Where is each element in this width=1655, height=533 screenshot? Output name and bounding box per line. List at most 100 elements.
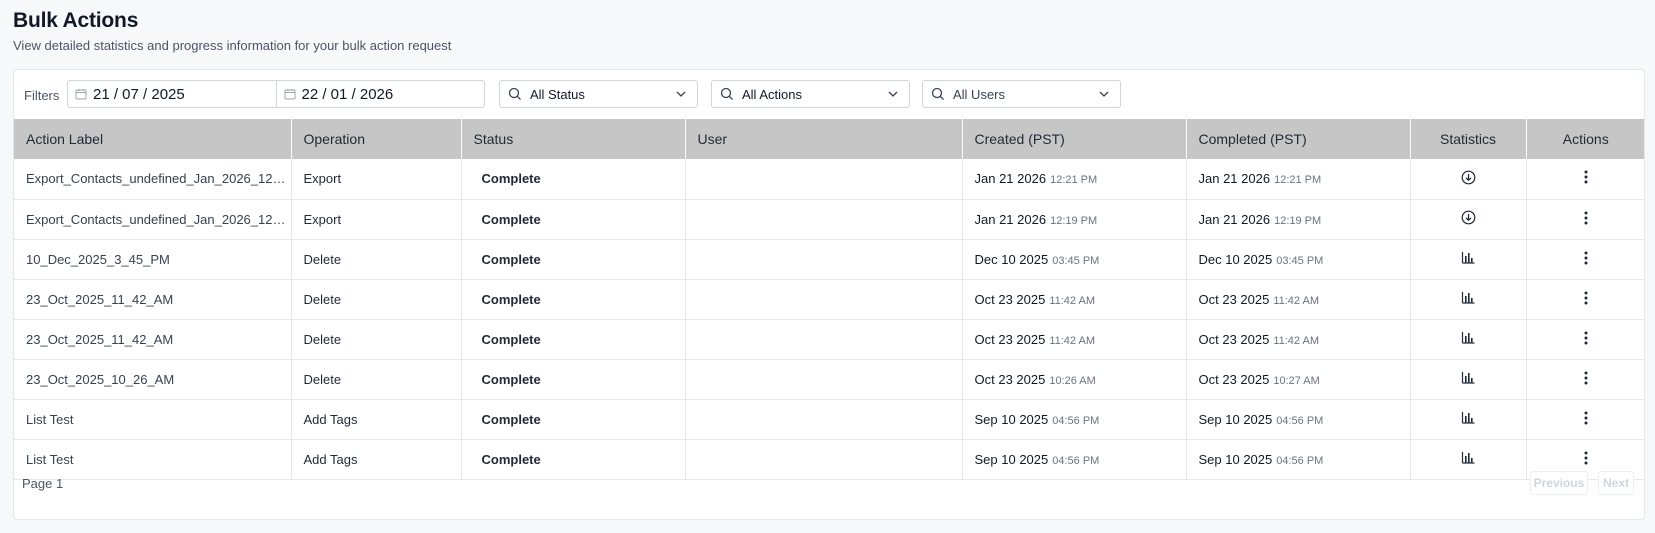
cell-completed: Dec 10 2025 03:45 PM [1186, 239, 1411, 280]
cell-created: Jan 21 2026 12:19 PM [962, 199, 1187, 240]
created-time: 12:21 PM [1050, 174, 1098, 187]
bar-chart-icon[interactable] [1461, 330, 1476, 345]
search-icon [508, 87, 521, 100]
previous-button[interactable]: Previous [1530, 471, 1588, 495]
cell-completed: Sep 10 2025 04:56 PM [1186, 399, 1411, 440]
created-date: Jan 21 2026 [974, 211, 1047, 227]
table-row[interactable]: 23_Oct_2025_11_42_AM Delete Complete Oct 23… [14, 319, 1644, 360]
more-vertical-icon[interactable] [1584, 411, 1588, 425]
header-operation[interactable]: Operation [291, 119, 462, 159]
next-button[interactable]: Next [1598, 471, 1634, 495]
download-icon[interactable] [1461, 170, 1476, 185]
calendar-icon [284, 89, 295, 100]
table-row[interactable]: Export_Contacts_undefined_Jan_2026_12_19… [14, 199, 1644, 240]
created-date: Oct 23 2025 [974, 331, 1046, 347]
completed-time: 12:19 PM [1274, 214, 1322, 227]
created-time: 11:42 AM [1049, 294, 1095, 307]
completed-time: 10:27 AM [1273, 374, 1320, 387]
cell-statistics [1410, 159, 1527, 200]
date-from-value: 21 / 07 / 2025 [93, 85, 185, 103]
cell-operation: Export [291, 199, 462, 240]
cell-status: Complete [461, 359, 686, 400]
completed-time: 03:45 PM [1276, 254, 1324, 267]
chevron-down-icon [676, 91, 686, 97]
cell-completed: Jan 21 2026 12:19 PM [1186, 199, 1411, 240]
table-row[interactable]: 10_Dec_2025_3_45_PM Delete Complete Dec 10 … [14, 239, 1644, 280]
table-row[interactable]: 23_Oct_2025_11_42_AM Delete Complete Oct 23… [14, 279, 1644, 320]
pagination-footer: Page 1 Previous Next [14, 463, 1644, 503]
cell-actions [1526, 279, 1644, 320]
cell-created: Sep 10 2025 04:56 PM [962, 399, 1187, 440]
search-icon [931, 87, 944, 100]
date-range-picker[interactable]: 21 / 07 / 2025 22 / 01 / 2026 [67, 80, 485, 108]
cell-status: Complete [461, 399, 686, 440]
cell-action-label[interactable]: 10_Dec_2025_3_45_PM [14, 239, 292, 280]
header-user[interactable]: User [685, 119, 963, 159]
header-created[interactable]: Created (PST) [962, 119, 1187, 159]
created-time: 10:26 AM [1049, 374, 1096, 387]
cell-action-label[interactable]: Export_Contacts_undefined_Jan_2026_12_19… [14, 199, 292, 240]
chevron-down-icon [888, 91, 898, 97]
cell-operation: Delete [291, 359, 462, 400]
date-from-field[interactable]: 21 / 07 / 2025 [68, 81, 276, 107]
more-vertical-icon[interactable] [1584, 331, 1588, 345]
cell-actions [1526, 199, 1644, 240]
more-vertical-icon[interactable] [1584, 170, 1588, 184]
bar-chart-icon[interactable] [1461, 410, 1476, 425]
bar-chart-icon[interactable] [1461, 250, 1476, 265]
cell-action-label[interactable]: Export_Contacts_undefined_Jan_2026_12_21… [14, 159, 292, 200]
status-select[interactable]: All Status [499, 80, 698, 108]
page-subtitle: View detailed statistics and progress in… [13, 38, 452, 53]
cell-user [685, 359, 963, 400]
cell-created: Jan 21 2026 12:21 PM [962, 159, 1187, 200]
table-row[interactable]: 23_Oct_2025_10_26_AM Delete Complete Oct 23… [14, 359, 1644, 400]
cell-action-label[interactable]: List Test [14, 399, 292, 440]
download-icon[interactable] [1461, 210, 1476, 225]
header-action-label[interactable]: Action Label [14, 119, 292, 159]
more-vertical-icon[interactable] [1584, 211, 1588, 225]
created-date: Jan 21 2026 [974, 171, 1047, 187]
header-completed[interactable]: Completed (PST) [1186, 119, 1411, 159]
cell-action-label[interactable]: 23_Oct_2025_10_26_AM [14, 359, 292, 400]
completed-date: Oct 23 2025 [1198, 291, 1270, 307]
table-header-row: Action Label Operation Status User Creat… [14, 119, 1644, 159]
bar-chart-icon[interactable] [1461, 290, 1476, 305]
completed-date: Jan 21 2026 [1198, 171, 1271, 187]
completed-time: 11:42 AM [1273, 294, 1319, 307]
cell-action-label[interactable]: 23_Oct_2025_11_42_AM [14, 319, 292, 360]
completed-time: 12:21 PM [1274, 174, 1322, 187]
date-to-field[interactable]: 22 / 01 / 2026 [275, 81, 485, 107]
table-row[interactable]: Export_Contacts_undefined_Jan_2026_12_21… [14, 159, 1644, 200]
cell-user [685, 199, 963, 240]
created-time: 04:56 PM [1052, 414, 1100, 427]
table-row[interactable]: List Test Add Tags Complete Sep 10 2025 04:5… [14, 399, 1644, 440]
calendar-icon [75, 89, 87, 100]
page-title: Bulk Actions [13, 9, 139, 32]
cell-created: Oct 23 2025 10:26 AM [962, 359, 1187, 400]
cell-statistics [1410, 279, 1527, 320]
cell-completed: Jan 21 2026 12:21 PM [1186, 159, 1411, 200]
actions-select[interactable]: All Actions [711, 80, 910, 108]
cell-created: Oct 23 2025 11:42 AM [962, 319, 1187, 360]
cell-statistics [1410, 199, 1527, 240]
header-actions: Actions [1526, 119, 1644, 159]
cell-action-label[interactable]: 23_Oct_2025_11_42_AM [14, 279, 292, 320]
cell-statistics [1410, 319, 1527, 360]
bar-chart-icon[interactable] [1461, 370, 1476, 385]
more-vertical-icon[interactable] [1584, 251, 1588, 265]
more-vertical-icon[interactable] [1584, 371, 1588, 385]
users-select[interactable]: All Users [922, 80, 1121, 108]
search-icon [720, 87, 733, 100]
cell-actions [1526, 239, 1644, 280]
created-time: 12:19 PM [1050, 214, 1098, 227]
more-vertical-icon[interactable] [1584, 291, 1588, 305]
cell-completed: Oct 23 2025 11:42 AM [1186, 319, 1411, 360]
cell-status: Complete [461, 319, 686, 360]
cell-completed: Oct 23 2025 11:42 AM [1186, 279, 1411, 320]
cell-actions [1526, 319, 1644, 360]
completed-date: Dec 10 2025 [1198, 251, 1273, 267]
cell-user [685, 239, 963, 280]
cell-operation: Export [291, 159, 462, 200]
completed-date: Oct 23 2025 [1198, 331, 1270, 347]
header-status[interactable]: Status [461, 119, 686, 159]
